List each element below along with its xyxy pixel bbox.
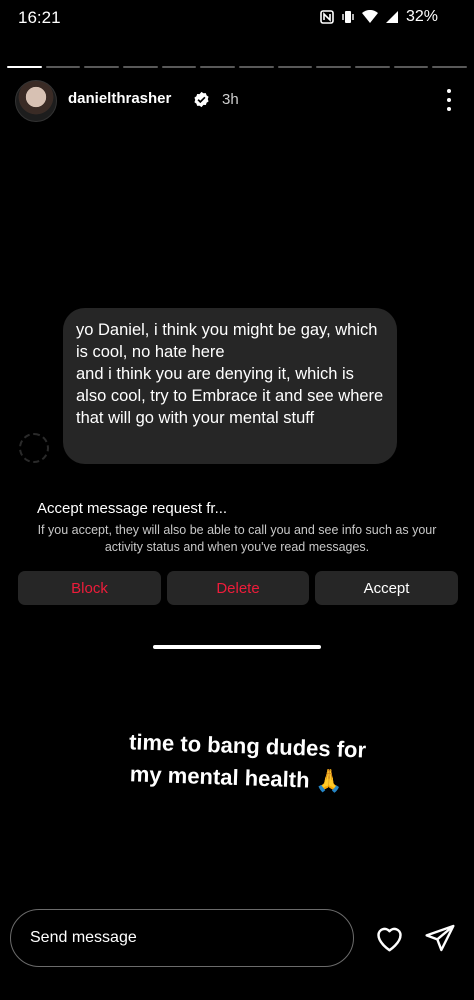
home-indicator <box>153 645 321 649</box>
status-icons: 32% <box>320 8 438 26</box>
story-progress <box>7 66 468 69</box>
story-progress-segment <box>45 66 81 68</box>
message-bubble: yo Daniel, i think you might be gay, whi… <box>63 308 397 464</box>
wifi-icon <box>361 10 378 23</box>
delete-button[interactable]: Delete <box>167 571 309 605</box>
story-progress-segment <box>7 66 42 68</box>
username[interactable]: danielthrasher <box>68 90 171 107</box>
post-time: 3h <box>222 91 239 108</box>
story-caption: time to bang dudes for my mental health … <box>0 722 474 803</box>
story-progress-segment <box>239 66 274 68</box>
request-title: Accept message request fr... <box>37 500 228 517</box>
message-paragraph-2: and i think you are denying it, which is… <box>76 365 384 427</box>
accept-button[interactable]: Accept <box>315 571 458 605</box>
send-message-placeholder: Send message <box>30 929 137 946</box>
story-progress-segment <box>84 66 120 68</box>
avatar[interactable] <box>15 80 57 122</box>
story-progress-segment <box>432 66 468 68</box>
sender-avatar <box>19 433 49 463</box>
story-progress-segment <box>277 66 313 68</box>
more-options-button[interactable] <box>446 89 452 111</box>
story-progress-segment <box>123 66 158 68</box>
story-progress-segment <box>393 66 429 68</box>
send-message-input[interactable]: Send message <box>10 909 354 967</box>
verified-badge-icon <box>194 91 209 108</box>
heart-icon[interactable] <box>373 922 406 955</box>
nfc-icon <box>320 10 334 24</box>
battery-percent: 32% <box>405 8 438 25</box>
story-progress-segment <box>200 66 236 68</box>
signal-icon <box>385 11 398 23</box>
story-progress-segment <box>316 66 352 68</box>
vibrate-icon <box>342 11 354 23</box>
story-progress-segment <box>161 66 197 68</box>
status-time: 16:21 <box>18 8 61 27</box>
request-description: If you accept, they will also be able to… <box>37 523 437 554</box>
story-progress-segment <box>355 66 390 68</box>
send-icon[interactable] <box>424 922 456 954</box>
message-paragraph-1: yo Daniel, i think you might be gay, whi… <box>76 321 378 361</box>
block-button[interactable]: Block <box>18 571 161 605</box>
